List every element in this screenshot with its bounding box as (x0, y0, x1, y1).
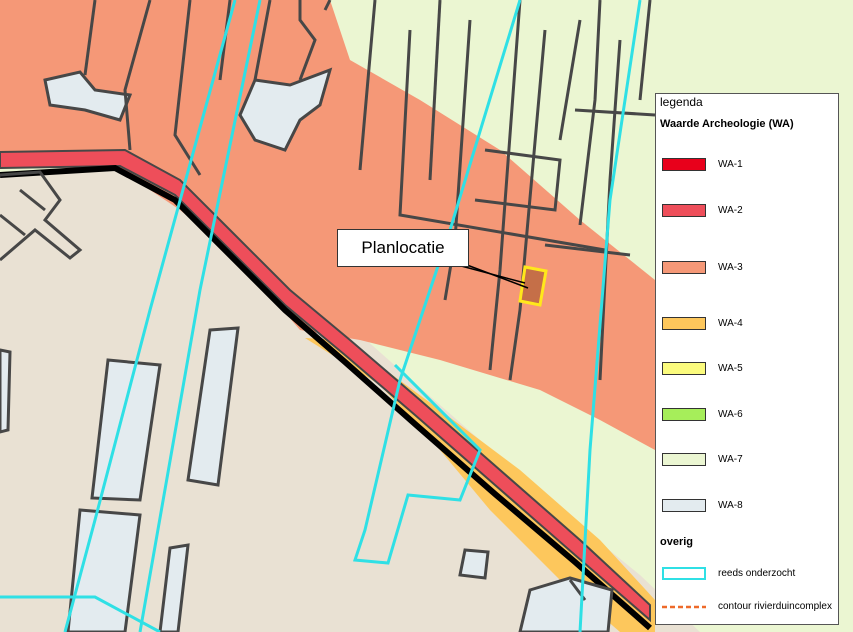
legend-swatch (662, 158, 706, 171)
map-view[interactable]: Planlocatie legenda Waarde Archeologie (… (0, 0, 853, 632)
legend-label: WA-8 (718, 500, 743, 511)
legend-swatch (662, 261, 706, 274)
legend-swatch (662, 567, 706, 580)
legend-title: legenda (660, 95, 703, 109)
legend-label: contour rivierduincomplex (718, 601, 832, 612)
legend-label: reeds onderzocht (718, 568, 796, 579)
wa8-building (458, 548, 490, 580)
legend-swatch (662, 317, 706, 330)
legend-swatch (662, 362, 706, 375)
legend-swatch (662, 499, 706, 512)
legend-swatch (662, 453, 706, 466)
legend-panel: legenda Waarde Archeologie (WA) WA-1 WA-… (655, 93, 839, 625)
legend-label: WA-3 (718, 262, 743, 273)
wa8-building (0, 348, 12, 434)
legend-overig-title: overig (660, 536, 694, 548)
legend-label: WA-1 (718, 159, 743, 170)
legend-label: WA-4 (718, 318, 743, 329)
planlocatie-label: Planlocatie (337, 229, 469, 267)
legend-label: WA-5 (718, 363, 743, 374)
legend-subtitle: Waarde Archeologie (WA) (660, 118, 794, 130)
legend-label: WA-6 (718, 409, 743, 420)
legend-label: WA-7 (718, 454, 743, 465)
legend-swatch (662, 408, 706, 421)
legend-label: WA-2 (718, 205, 743, 216)
legend-dashed-line-icon (662, 605, 706, 609)
legend-swatch (662, 204, 706, 217)
